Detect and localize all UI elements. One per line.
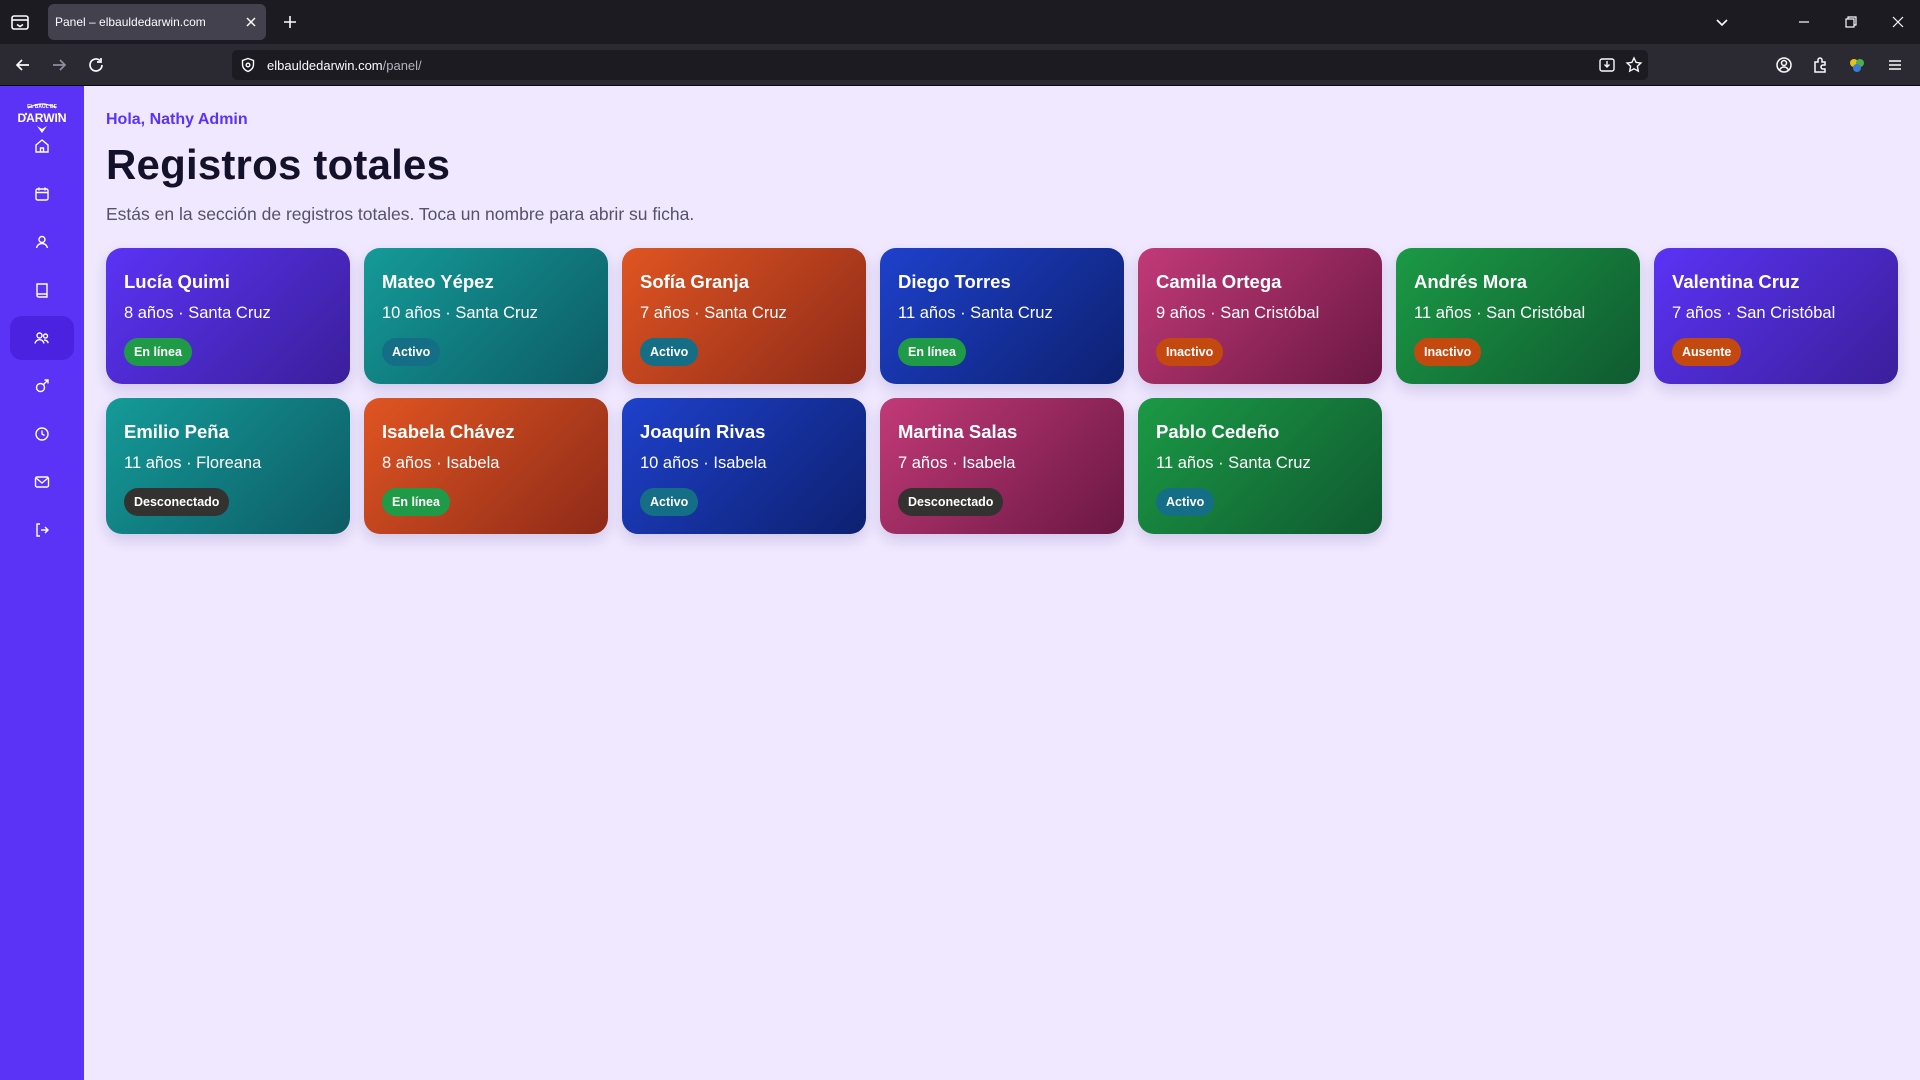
tab-list-icon[interactable] <box>8 10 32 34</box>
status-badge: Desconectado <box>124 488 230 516</box>
page: EL BAÚL DE DARWIN Hola, Nathy Admin Regi… <box>0 86 1920 1080</box>
color-extension-icon[interactable] <box>1846 54 1868 76</box>
card-name[interactable]: Joaquín Rivas <box>640 421 765 443</box>
card-name[interactable]: Andrés Mora <box>1414 271 1527 293</box>
user-icon <box>35 235 49 249</box>
book-icon <box>36 283 48 298</box>
forward-icon[interactable] <box>48 54 70 76</box>
sidebar-item-profile[interactable] <box>10 220 74 264</box>
card-meta: 7 años · San Cristóbal <box>1672 304 1836 322</box>
status-badge: Inactivo <box>1414 338 1482 366</box>
status-badge: En línea <box>898 338 966 366</box>
status-badge: Ausente <box>1672 338 1742 366</box>
reload-icon[interactable] <box>85 54 107 76</box>
sidebar: EL BAÚL DE DARWIN <box>0 86 84 1080</box>
record-card[interactable]: Camila Ortega 9 años · San Cristóbal Ina… <box>1138 248 1382 384</box>
users-icon <box>34 332 49 344</box>
card-meta: 11 años · Santa Cruz <box>898 304 1053 322</box>
record-card[interactable]: Isabela Chávez 8 años · Isabela En línea <box>364 398 608 534</box>
url-path: /panel/ <box>382 58 422 73</box>
url-host: elbauldedarwin.com <box>267 58 383 73</box>
card-name[interactable]: Pablo Cedeño <box>1156 421 1279 443</box>
mail-icon <box>34 476 50 488</box>
status-badge: Activo <box>382 338 441 366</box>
logout-icon <box>36 523 49 537</box>
card-meta: 11 años · Floreana <box>124 454 262 472</box>
record-card[interactable]: Lucía Quimi 8 años · Santa Cruz En línea <box>106 248 350 384</box>
record-card[interactable]: Martina Salas 7 años · Isabela Desconect… <box>880 398 1124 534</box>
card-name[interactable]: Martina Salas <box>898 421 1017 443</box>
card-name[interactable]: Lucía Quimi <box>124 271 230 293</box>
status-badge: Desconectado <box>898 488 1004 516</box>
shield-icon[interactable] <box>240 57 256 73</box>
new-tab-icon[interactable] <box>280 12 300 32</box>
record-card[interactable]: Valentina Cruz 7 años · San Cristóbal Au… <box>1654 248 1898 384</box>
status-badge: Activo <box>640 338 699 366</box>
gender-icon <box>35 379 49 393</box>
sidebar-item-history[interactable] <box>10 412 74 456</box>
sidebar-item-registros[interactable] <box>10 316 74 360</box>
record-card[interactable]: Sofía Granja 7 años · Santa Cruz Activo <box>622 248 866 384</box>
restore-icon[interactable] <box>1841 12 1861 32</box>
minimize-icon[interactable] <box>1794 12 1814 32</box>
status-badge: En línea <box>124 338 192 366</box>
card-meta: 11 años · Santa Cruz <box>1156 454 1311 472</box>
record-card[interactable]: Mateo Yépez 10 años · Santa Cruz Activo <box>364 248 608 384</box>
card-name[interactable]: Valentina Cruz <box>1672 271 1799 293</box>
card-meta: 7 años · Isabela <box>898 454 1016 472</box>
card-meta: 9 años · San Cristóbal <box>1156 304 1320 322</box>
card-meta: 8 años · Santa Cruz <box>124 304 271 322</box>
card-name[interactable]: Diego Torres <box>898 271 1011 293</box>
save-page-icon[interactable] <box>1598 56 1616 74</box>
account-icon[interactable] <box>1773 54 1795 76</box>
svg-text:EL BAÚL DE: EL BAÚL DE <box>27 103 57 110</box>
chevron-down-icon[interactable] <box>1712 12 1732 32</box>
status-badge: Activo <box>640 488 699 516</box>
extensions-icon[interactable] <box>1809 54 1831 76</box>
card-meta: 8 años · Isabela <box>382 454 500 472</box>
address-bar[interactable]: elbauldedarwin.com/panel/ <box>232 50 1648 80</box>
back-icon[interactable] <box>12 54 34 76</box>
clock-icon <box>35 427 49 441</box>
card-meta: 10 años · Santa Cruz <box>382 304 538 322</box>
card-name[interactable]: Isabela Chávez <box>382 421 515 443</box>
close-tab-icon[interactable] <box>244 15 258 29</box>
sidebar-item-home[interactable] <box>10 124 74 168</box>
tab-title: Panel – elbauldedarwin.com <box>55 15 206 29</box>
sidebar-item-logout[interactable] <box>10 508 74 552</box>
card-meta: 10 años · Isabela <box>640 454 767 472</box>
card-name[interactable]: Camila Ortega <box>1156 271 1281 293</box>
record-card[interactable]: Joaquín Rivas 10 años · Isabela Activo <box>622 398 866 534</box>
sidebar-item-calendar[interactable] <box>10 172 74 216</box>
bookmark-star-icon[interactable] <box>1625 56 1643 74</box>
calendar-icon <box>35 187 49 201</box>
sidebar-item-gender[interactable] <box>10 364 74 408</box>
sidebar-item-book[interactable] <box>10 268 74 312</box>
page-title: Registros totales <box>106 141 451 188</box>
card-name[interactable]: Sofía Granja <box>640 271 749 293</box>
record-card[interactable]: Diego Torres 11 años · Santa Cruz En lín… <box>880 248 1124 384</box>
home-icon <box>35 139 49 153</box>
browser-tabbar: Panel – elbauldedarwin.com <box>0 0 1920 44</box>
card-meta: 11 años · San Cristóbal <box>1414 304 1586 322</box>
record-card[interactable]: Andrés Mora 11 años · San Cristóbal Inac… <box>1396 248 1640 384</box>
menu-icon[interactable] <box>1884 54 1906 76</box>
record-card[interactable]: Emilio Peña 11 años · Floreana Desconect… <box>106 398 350 534</box>
status-badge: En línea <box>382 488 450 516</box>
card-meta: 7 años · Santa Cruz <box>640 304 787 322</box>
greeting: Hola, Nathy Admin <box>106 111 248 128</box>
browser-navbar: elbauldedarwin.com/panel/ <box>0 44 1920 85</box>
card-name[interactable]: Mateo Yépez <box>382 271 494 293</box>
record-card[interactable]: Pablo Cedeño 11 años · Santa Cruz Activo <box>1138 398 1382 534</box>
close-window-icon[interactable] <box>1888 12 1908 32</box>
sidebar-item-messages[interactable] <box>10 460 74 504</box>
browser-tab-active[interactable]: Panel – elbauldedarwin.com <box>48 4 266 40</box>
card-name[interactable]: Emilio Peña <box>124 421 229 443</box>
status-badge: Inactivo <box>1156 338 1224 366</box>
url-text[interactable]: elbauldedarwin.com/panel/ <box>267 58 422 73</box>
status-badge: Activo <box>1156 488 1215 516</box>
page-subtitle: Estás en la sección de registros totales… <box>106 204 695 224</box>
